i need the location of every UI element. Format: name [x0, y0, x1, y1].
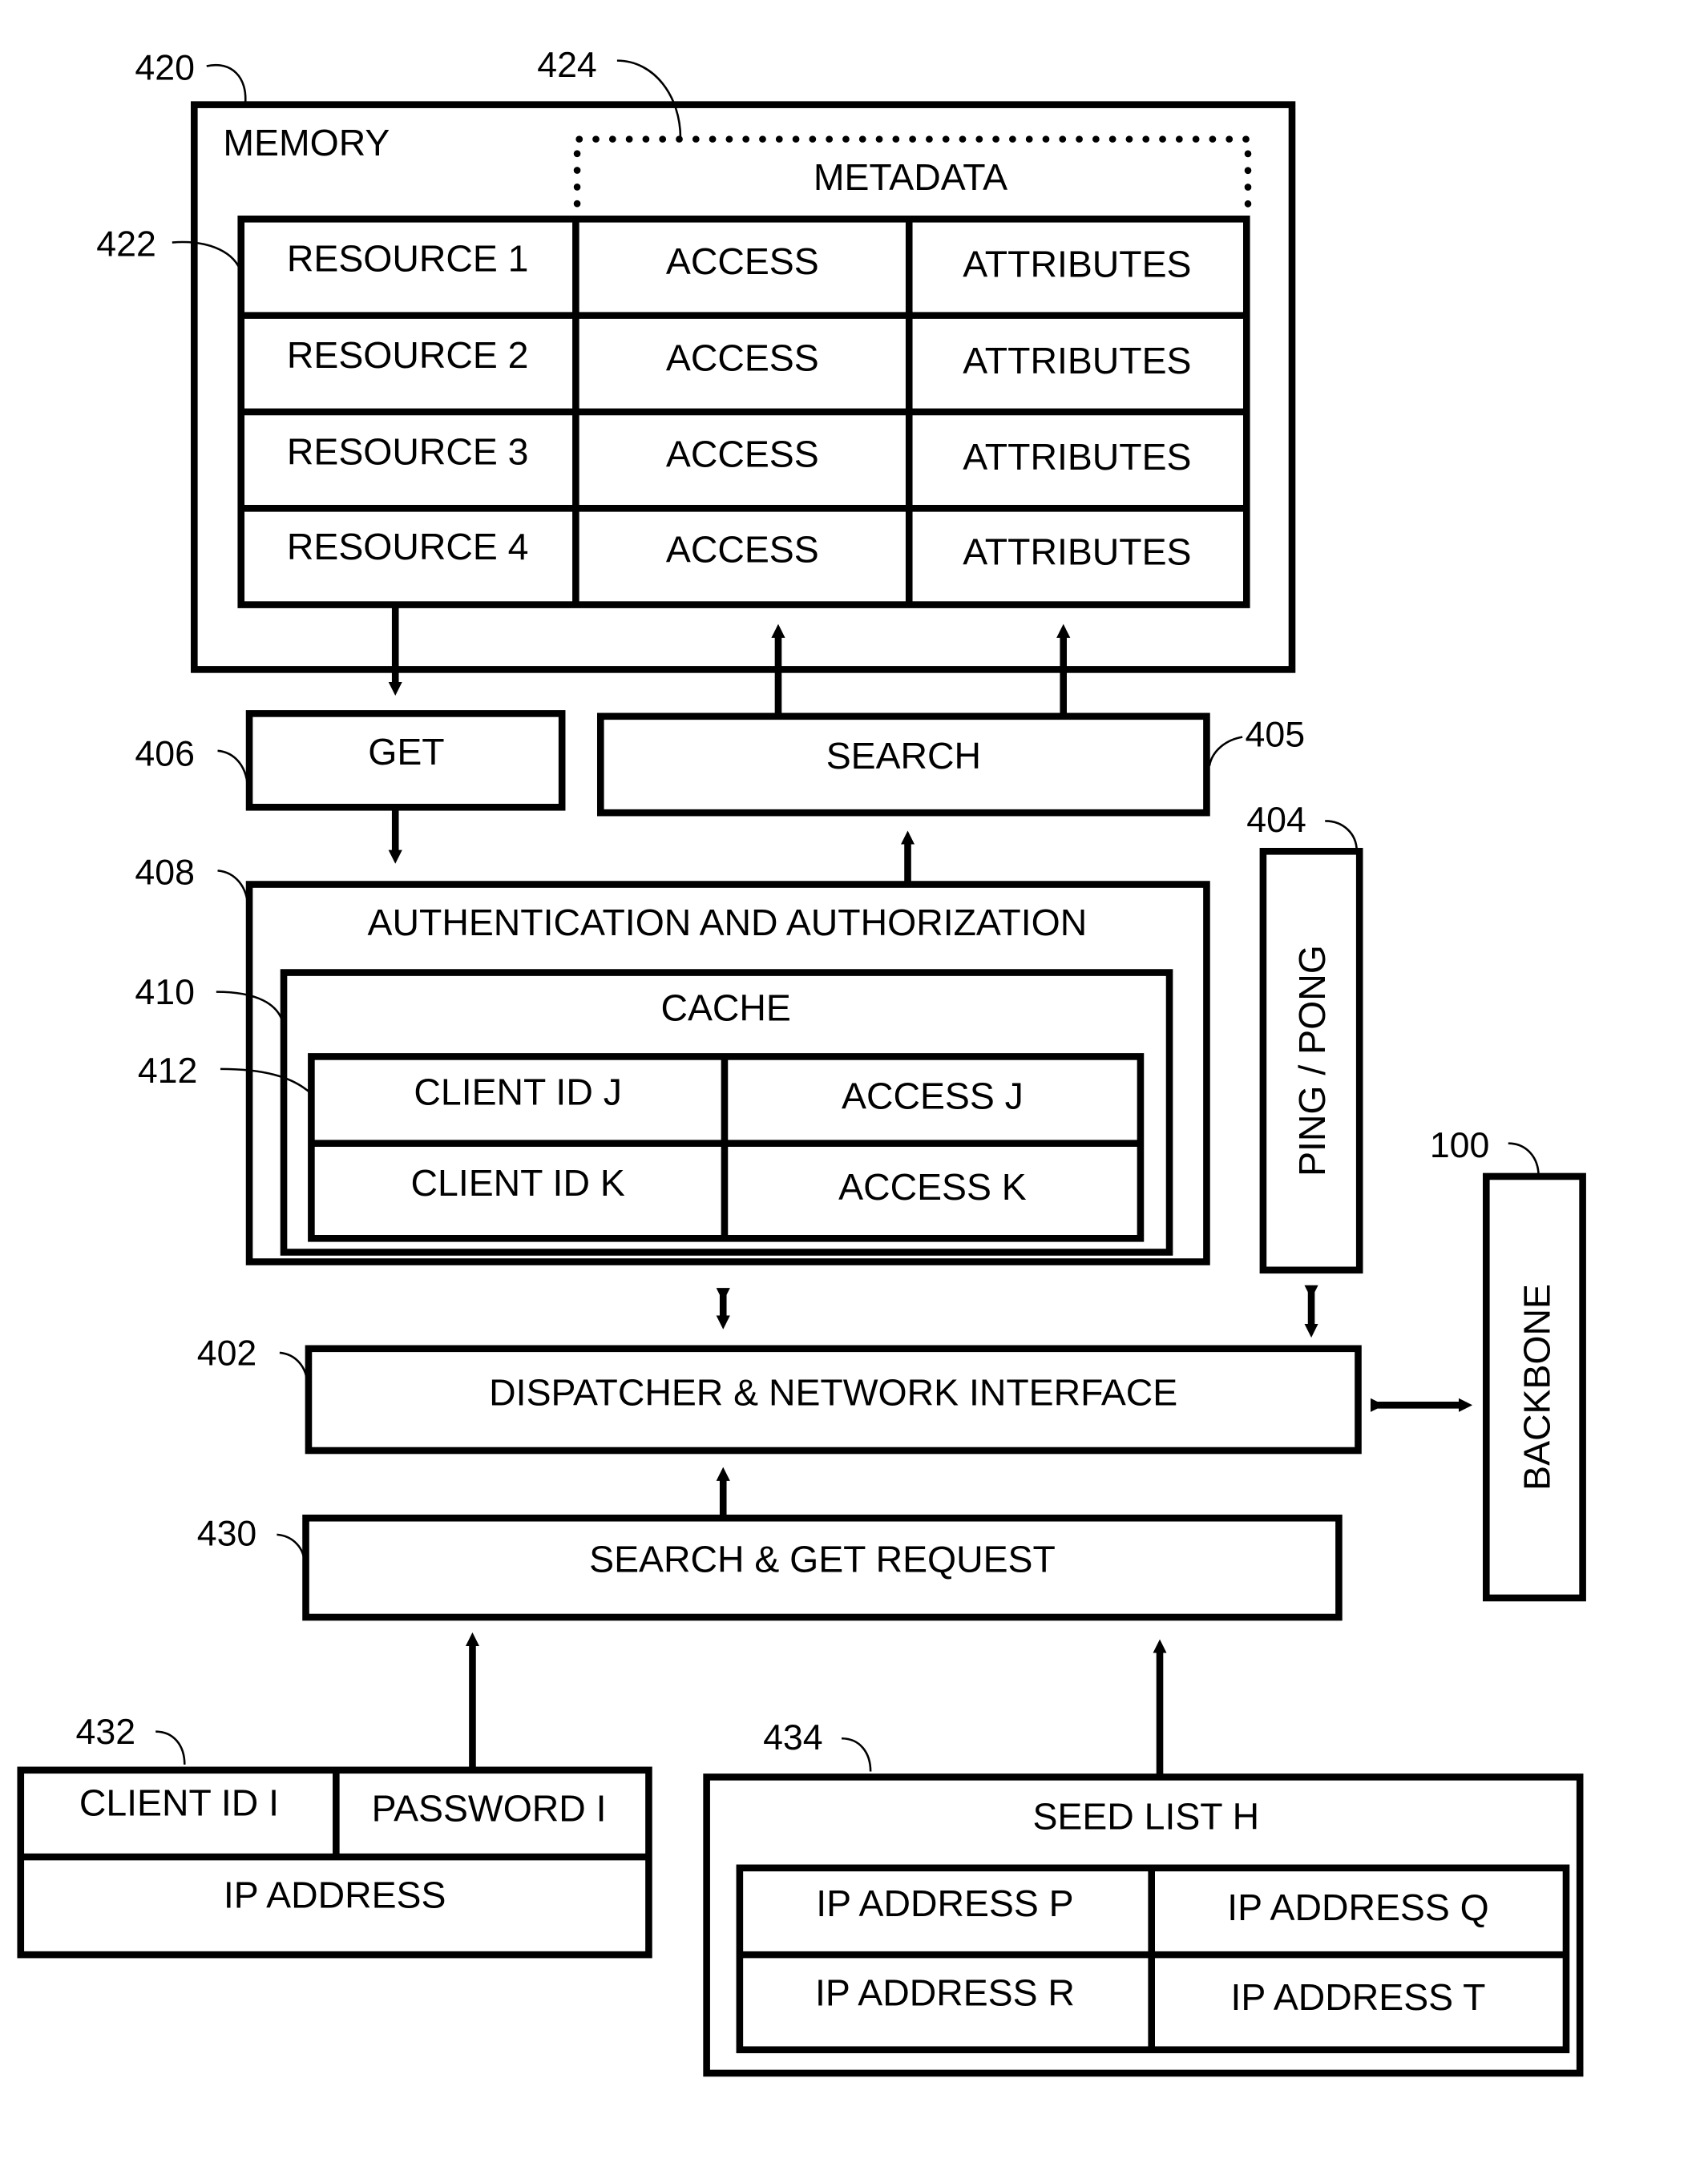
cache-client-id: CLIENT ID K — [411, 1162, 625, 1204]
resource-row: RESOURCE 4 ACCESS ATTRIBUTES — [287, 526, 1192, 573]
leader-408 — [217, 870, 249, 910]
get-label: GET — [368, 731, 444, 773]
resource-access: ACCESS — [666, 434, 819, 475]
auth-label: AUTHENTICATION AND AUTHORIZATION — [368, 902, 1088, 943]
ref-434: 434 — [763, 1718, 823, 1757]
leader-432 — [155, 1730, 186, 1765]
resource-row: RESOURCE 1 ACCESS ATTRIBUTES — [287, 238, 1192, 285]
ref-420: 420 — [135, 49, 195, 88]
ref-408: 408 — [135, 853, 195, 893]
memory-label: MEMORY — [223, 122, 390, 163]
ref-402: 402 — [197, 1334, 257, 1373]
resource-attributes: ATTRIBUTES — [963, 436, 1191, 478]
cache-access: ACCESS J — [842, 1075, 1024, 1117]
seed-ip-cell: IP ADDRESS T — [1231, 1976, 1486, 2018]
resource-name: RESOURCE 2 — [287, 334, 529, 376]
client-id-cell: CLIENT ID I — [79, 1782, 279, 1824]
metadata-label: METADATA — [814, 156, 1007, 198]
seed-ip-cell: IP ADDRESS Q — [1227, 1887, 1489, 1928]
leader-406 — [217, 749, 249, 793]
resource-row: RESOURCE 3 ACCESS ATTRIBUTES — [287, 430, 1192, 478]
ref-430: 430 — [197, 1515, 257, 1554]
ip-address-cell: IP ADDRESS — [224, 1874, 446, 1916]
ref-424: 424 — [537, 46, 597, 85]
leader-420 — [206, 63, 247, 105]
resource-attributes: ATTRIBUTES — [963, 243, 1191, 284]
leader-430 — [277, 1533, 306, 1564]
resource-name: RESOURCE 1 — [287, 238, 529, 280]
cache-label: CACHE — [660, 987, 790, 1029]
network-node-diagram: 420 MEMORY 424 METADATA 422 RESOURCE 1 A… — [17, 46, 1586, 2077]
search-label: SEARCH — [826, 735, 981, 777]
resource-access: ACCESS — [666, 240, 819, 282]
resource-attributes: ATTRIBUTES — [963, 340, 1191, 381]
resource-name: RESOURCE 4 — [287, 526, 529, 567]
ref-432: 432 — [76, 1713, 136, 1752]
leader-402 — [279, 1351, 309, 1385]
resource-attributes: ATTRIBUTES — [963, 531, 1191, 573]
resource-name: RESOURCE 3 — [287, 430, 529, 472]
backbone-label: BACKBONE — [1516, 1284, 1557, 1491]
ref-406: 406 — [135, 735, 195, 774]
password-cell: PASSWORD I — [372, 1787, 607, 1829]
ref-405: 405 — [1246, 716, 1306, 755]
leader-405 — [1208, 736, 1243, 767]
cache-access: ACCESS K — [838, 1166, 1027, 1208]
cache-client-id: CLIENT ID J — [414, 1071, 621, 1113]
ping-pong-label: PING / PONG — [1291, 945, 1333, 1176]
dispatcher-label: DISPATCHER & NETWORK INTERFACE — [489, 1371, 1177, 1413]
resource-access: ACCESS — [666, 528, 819, 570]
ref-404: 404 — [1246, 801, 1306, 840]
seed-ip-cell: IP ADDRESS P — [816, 1882, 1073, 1924]
leader-404 — [1325, 820, 1359, 852]
ref-422: 422 — [96, 225, 156, 264]
resource-row: RESOURCE 2 ACCESS ATTRIBUTES — [287, 334, 1192, 381]
leader-434 — [841, 1737, 872, 1772]
leader-100 — [1508, 1142, 1540, 1176]
seed-ip-cell: IP ADDRESS R — [815, 1972, 1075, 2014]
seed-list-label: SEED LIST H — [1032, 1796, 1259, 1838]
ref-412: 412 — [138, 1051, 198, 1091]
resource-access: ACCESS — [666, 337, 819, 378]
ref-100: 100 — [1430, 1126, 1490, 1165]
request-label: SEARCH & GET REQUEST — [589, 1538, 1056, 1580]
ref-410: 410 — [135, 973, 195, 1012]
